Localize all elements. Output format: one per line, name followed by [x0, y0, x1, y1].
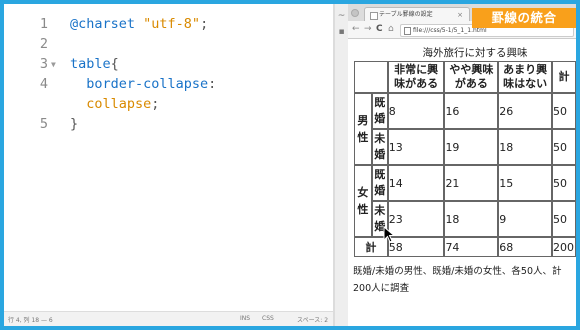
line-number: 3	[39, 56, 48, 72]
reload-button[interactable]: C	[376, 24, 383, 34]
code-text: collapse;	[70, 94, 159, 114]
code-line[interactable]: 5}	[4, 114, 333, 134]
code-line[interactable]: 3 ▼ table{	[4, 54, 333, 74]
column-header: やや興味がある	[444, 61, 499, 93]
column-header: 計	[552, 61, 576, 93]
fold-arrow-icon[interactable]: ▼	[51, 55, 56, 75]
editor-status-bar: 行 4, 列 18 — 6 INS CSS スペース: 2	[4, 311, 333, 326]
window-close-button[interactable]	[351, 9, 359, 17]
table-row: 男性 既婚 8 16 26 50	[354, 93, 576, 165]
code-token: ;	[200, 16, 209, 32]
tab-title: テーブル罫線の設定	[379, 11, 433, 18]
tab-page[interactable]: テーブル罫線の設定 ×	[364, 7, 470, 22]
column-header: 非常に興味がある	[387, 61, 445, 93]
back-button[interactable]: ←	[352, 24, 360, 34]
code-token: ;	[151, 96, 160, 112]
line-number: 1	[39, 16, 48, 32]
live-preview-toolbar: ~ ▪	[335, 4, 349, 326]
code-text: table{	[70, 54, 119, 74]
code-token: table	[70, 56, 111, 72]
indent-setting[interactable]: スペース: 2	[297, 315, 328, 324]
puzzle-icon[interactable]: ▪	[337, 28, 346, 37]
code-text: @charset "utf-8";	[70, 14, 208, 34]
code-token: @charset	[70, 16, 144, 32]
table-cell: 14	[387, 165, 445, 201]
home-button[interactable]: ⌂	[388, 24, 394, 34]
code-token: collapse	[70, 96, 152, 112]
insert-mode[interactable]: INS	[240, 315, 250, 322]
code-token: }	[70, 116, 79, 132]
table-cell: 50	[552, 165, 576, 201]
forward-button[interactable]: →	[364, 24, 372, 34]
line-number: 2	[39, 36, 48, 52]
line-number: 5	[39, 116, 48, 132]
code-token: {	[110, 56, 119, 72]
document-icon	[404, 27, 411, 35]
table-cell: 9	[498, 201, 552, 237]
table-cell: 21	[444, 165, 499, 201]
total-cell: 74	[444, 237, 499, 257]
code-line[interactable]: 4 border-collapse:	[4, 74, 333, 94]
table-header-row: 非常に興味がある やや興味がある あまり興味はない計	[354, 61, 576, 93]
code-token: border-collapse	[70, 76, 209, 92]
group-label: 男性	[354, 93, 372, 165]
code-line[interactable]: 2	[4, 34, 333, 54]
topic-banner: 罫線の統合	[472, 8, 576, 28]
code-line[interactable]: collapse;	[4, 94, 333, 114]
row-sub-label: 既婚	[371, 93, 388, 129]
row-sub-label: 既婚	[371, 165, 388, 201]
code-text: border-collapse:	[70, 74, 216, 94]
table-cell: 16	[444, 93, 499, 129]
code-line[interactable]: 1 @charset "utf-8";	[4, 14, 333, 34]
line-number: 4	[39, 76, 48, 92]
table-cell: 50	[552, 129, 576, 165]
code-token: "utf-8"	[143, 16, 201, 32]
table-cell: 19	[444, 129, 499, 165]
table-caption: 海外旅行に対する興味	[422, 47, 528, 59]
tab-close-icon[interactable]: ×	[457, 8, 463, 22]
table-cell: 50	[552, 93, 576, 129]
total-cell: 68	[498, 237, 552, 257]
table-row: 女性 既婚 14 21 15 50	[354, 165, 576, 237]
table-cell: 18	[444, 201, 499, 237]
survey-note: 既婚/未婚の男性、既婚/未婚の女性、各50人、計200人に調査	[353, 266, 562, 294]
table-cell: 13	[387, 129, 445, 165]
mouse-cursor-icon	[383, 226, 396, 243]
corner-cell	[354, 61, 388, 93]
favicon-icon	[370, 12, 378, 20]
table-cell: 18	[498, 129, 552, 165]
row-sub-label: 未婚	[371, 129, 388, 165]
table-cell: 8	[387, 93, 445, 129]
pulse-icon[interactable]: ~	[337, 12, 346, 21]
code-token: :	[208, 76, 217, 92]
code-text: }	[70, 114, 78, 134]
code-editor[interactable]: 1 @charset "utf-8"; 2 3 ▼ table{4 border-coll…	[4, 4, 333, 326]
language-mode[interactable]: CSS	[262, 315, 274, 322]
column-header: あまり興味はない	[498, 61, 552, 93]
table-cell: 26	[498, 93, 552, 129]
browser-window: テーブル罫線の設定 × ← → C ⌂ file:///css/5-1/5_1_…	[348, 4, 576, 326]
table-cell: 50	[552, 201, 576, 237]
table-cell: 15	[498, 165, 552, 201]
cursor-position: 行 4, 列 18 — 6	[8, 317, 53, 324]
total-cell: 200	[552, 237, 576, 257]
table-row: 未婚 13 19 18 50	[354, 129, 576, 165]
group-label: 女性	[354, 165, 372, 237]
